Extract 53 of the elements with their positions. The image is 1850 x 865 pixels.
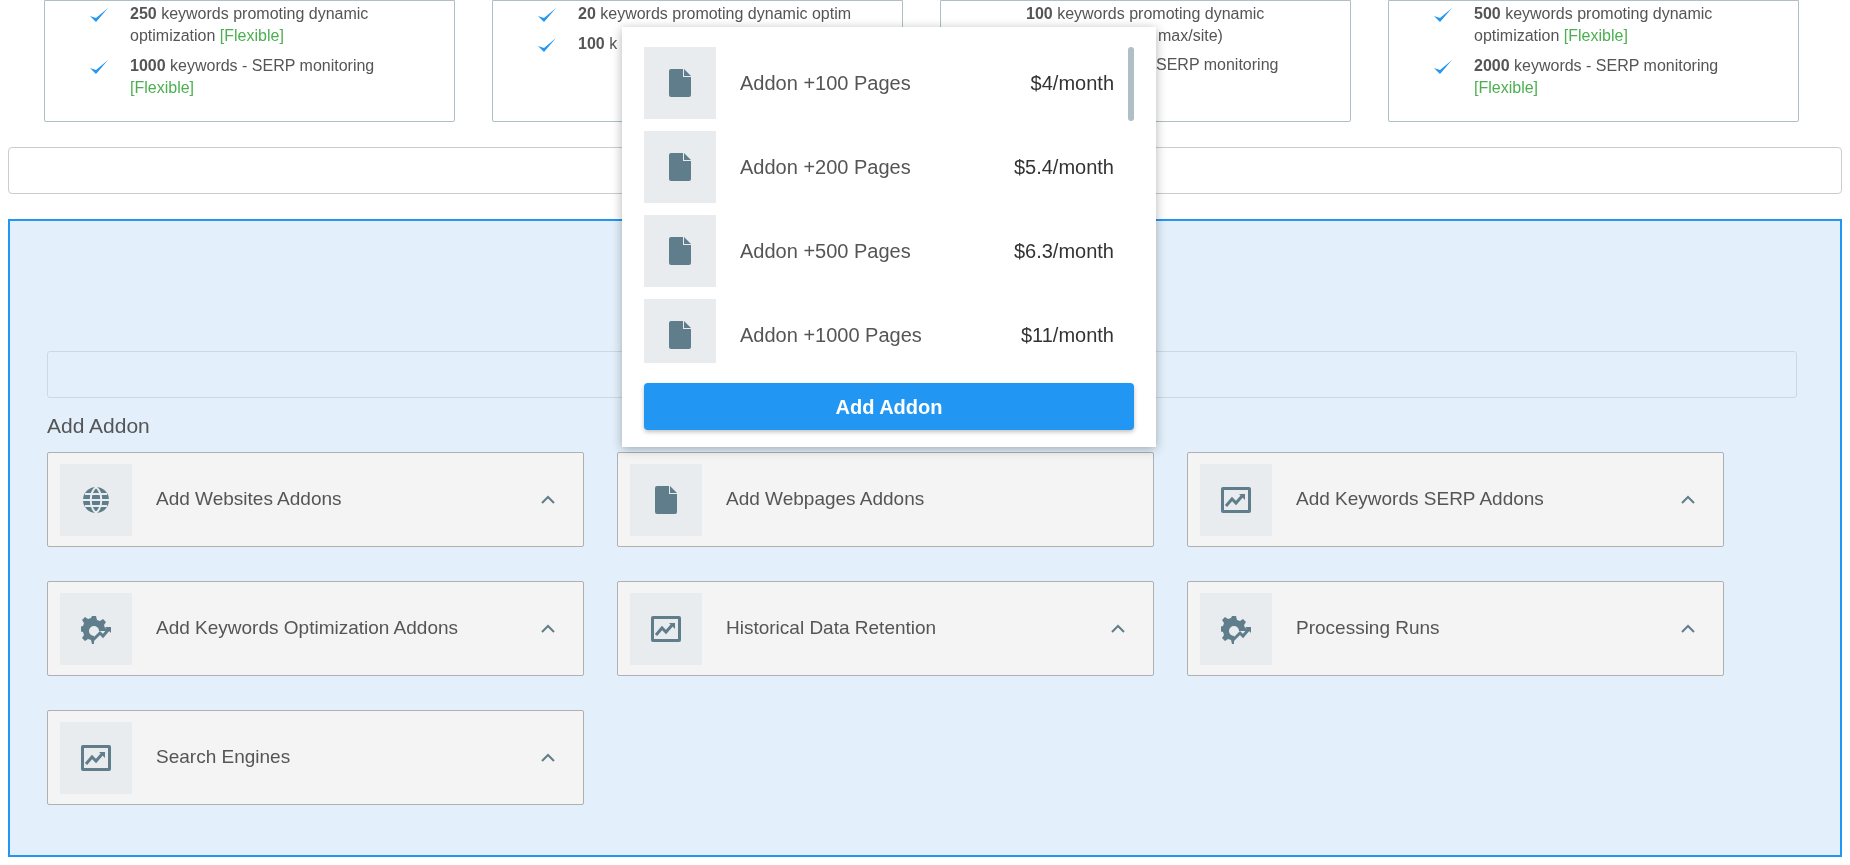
option-label: Addon +500 Pages — [740, 239, 912, 264]
addon-option[interactable]: Addon +100 Pages $4/month — [644, 47, 1114, 119]
feature-text: SERP monitoring — [1156, 55, 1280, 75]
file-icon — [669, 321, 691, 349]
check-icon — [89, 59, 109, 75]
addon-option[interactable]: Addon +200 Pages $5.4/month — [644, 131, 1114, 203]
addon-label: Add Keywords SERP Addons — [1296, 487, 1545, 512]
file-icon — [669, 237, 691, 265]
check-icon — [1433, 7, 1453, 23]
gear-trend-icon — [81, 613, 111, 644]
check-icon — [89, 7, 109, 23]
feature-text: max/site) — [1158, 26, 1224, 46]
addon-label: Add Websites Addons — [156, 487, 343, 512]
addon-card[interactable]: Add Keywords SERP Addons — [1187, 452, 1724, 547]
check-icon — [1433, 59, 1453, 75]
option-label: Addon +100 Pages — [740, 71, 912, 96]
addon-card[interactable]: Add Websites Addons — [47, 452, 584, 547]
option-label: Addon +1000 Pages — [740, 323, 923, 348]
addon-label: Historical Data Retention — [726, 616, 938, 641]
addon-card[interactable]: Historical Data Retention — [617, 581, 1154, 676]
addon-label: Add Keywords Optimization Addons — [156, 616, 460, 641]
globe-icon — [81, 484, 111, 515]
option-price: $5.4/month — [1013, 155, 1114, 180]
feature-text: 250 keywords promoting dynamic optimization [Flexible] — [130, 4, 370, 46]
addon-card[interactable]: Add Keywords Optimization Addons — [47, 581, 584, 676]
check-icon — [537, 7, 557, 23]
addon-label: Search Engines — [156, 745, 292, 770]
addon-option[interactable]: Addon +500 Pages $6.3/month — [644, 215, 1114, 287]
feature-text: 100 keywords promoting dynamic — [1026, 4, 1266, 24]
addon-card[interactable]: Add Webpages Addons — [617, 452, 1154, 547]
gear-trend-icon — [1221, 613, 1251, 644]
chart-icon — [81, 744, 111, 771]
feature-text: 100 k — [578, 34, 619, 54]
section-heading: Add Addon — [47, 413, 150, 439]
option-price: $4/month — [1030, 71, 1114, 96]
feature-text: 1000 keywords - SERP monitoring [Flexible] — [130, 56, 376, 98]
check-icon — [537, 37, 557, 53]
addon-card[interactable]: Processing Runs — [1187, 581, 1724, 676]
file-icon — [655, 485, 677, 514]
addon-label: Processing Runs — [1296, 616, 1441, 641]
chart-icon — [1221, 486, 1251, 513]
feature-text: 20 keywords promoting dynamic optim — [578, 4, 852, 24]
addon-option[interactable]: Addon +1000 Pages $11/month — [644, 299, 1114, 363]
option-price: $6.3/month — [1013, 239, 1114, 264]
file-icon — [669, 69, 691, 97]
addon-label: Add Webpages Addons — [726, 487, 926, 512]
chart-icon — [651, 615, 681, 642]
file-icon — [669, 153, 691, 181]
feature-text: 500 keywords promoting dynamic optimization [Flexible] — [1474, 4, 1714, 46]
addon-card[interactable]: Search Engines — [47, 710, 584, 805]
option-label: Addon +200 Pages — [740, 155, 912, 180]
feature-text: 2000 keywords - SERP monitoring [Flexible] — [1474, 56, 1720, 98]
option-price: $11/month — [1020, 323, 1114, 348]
